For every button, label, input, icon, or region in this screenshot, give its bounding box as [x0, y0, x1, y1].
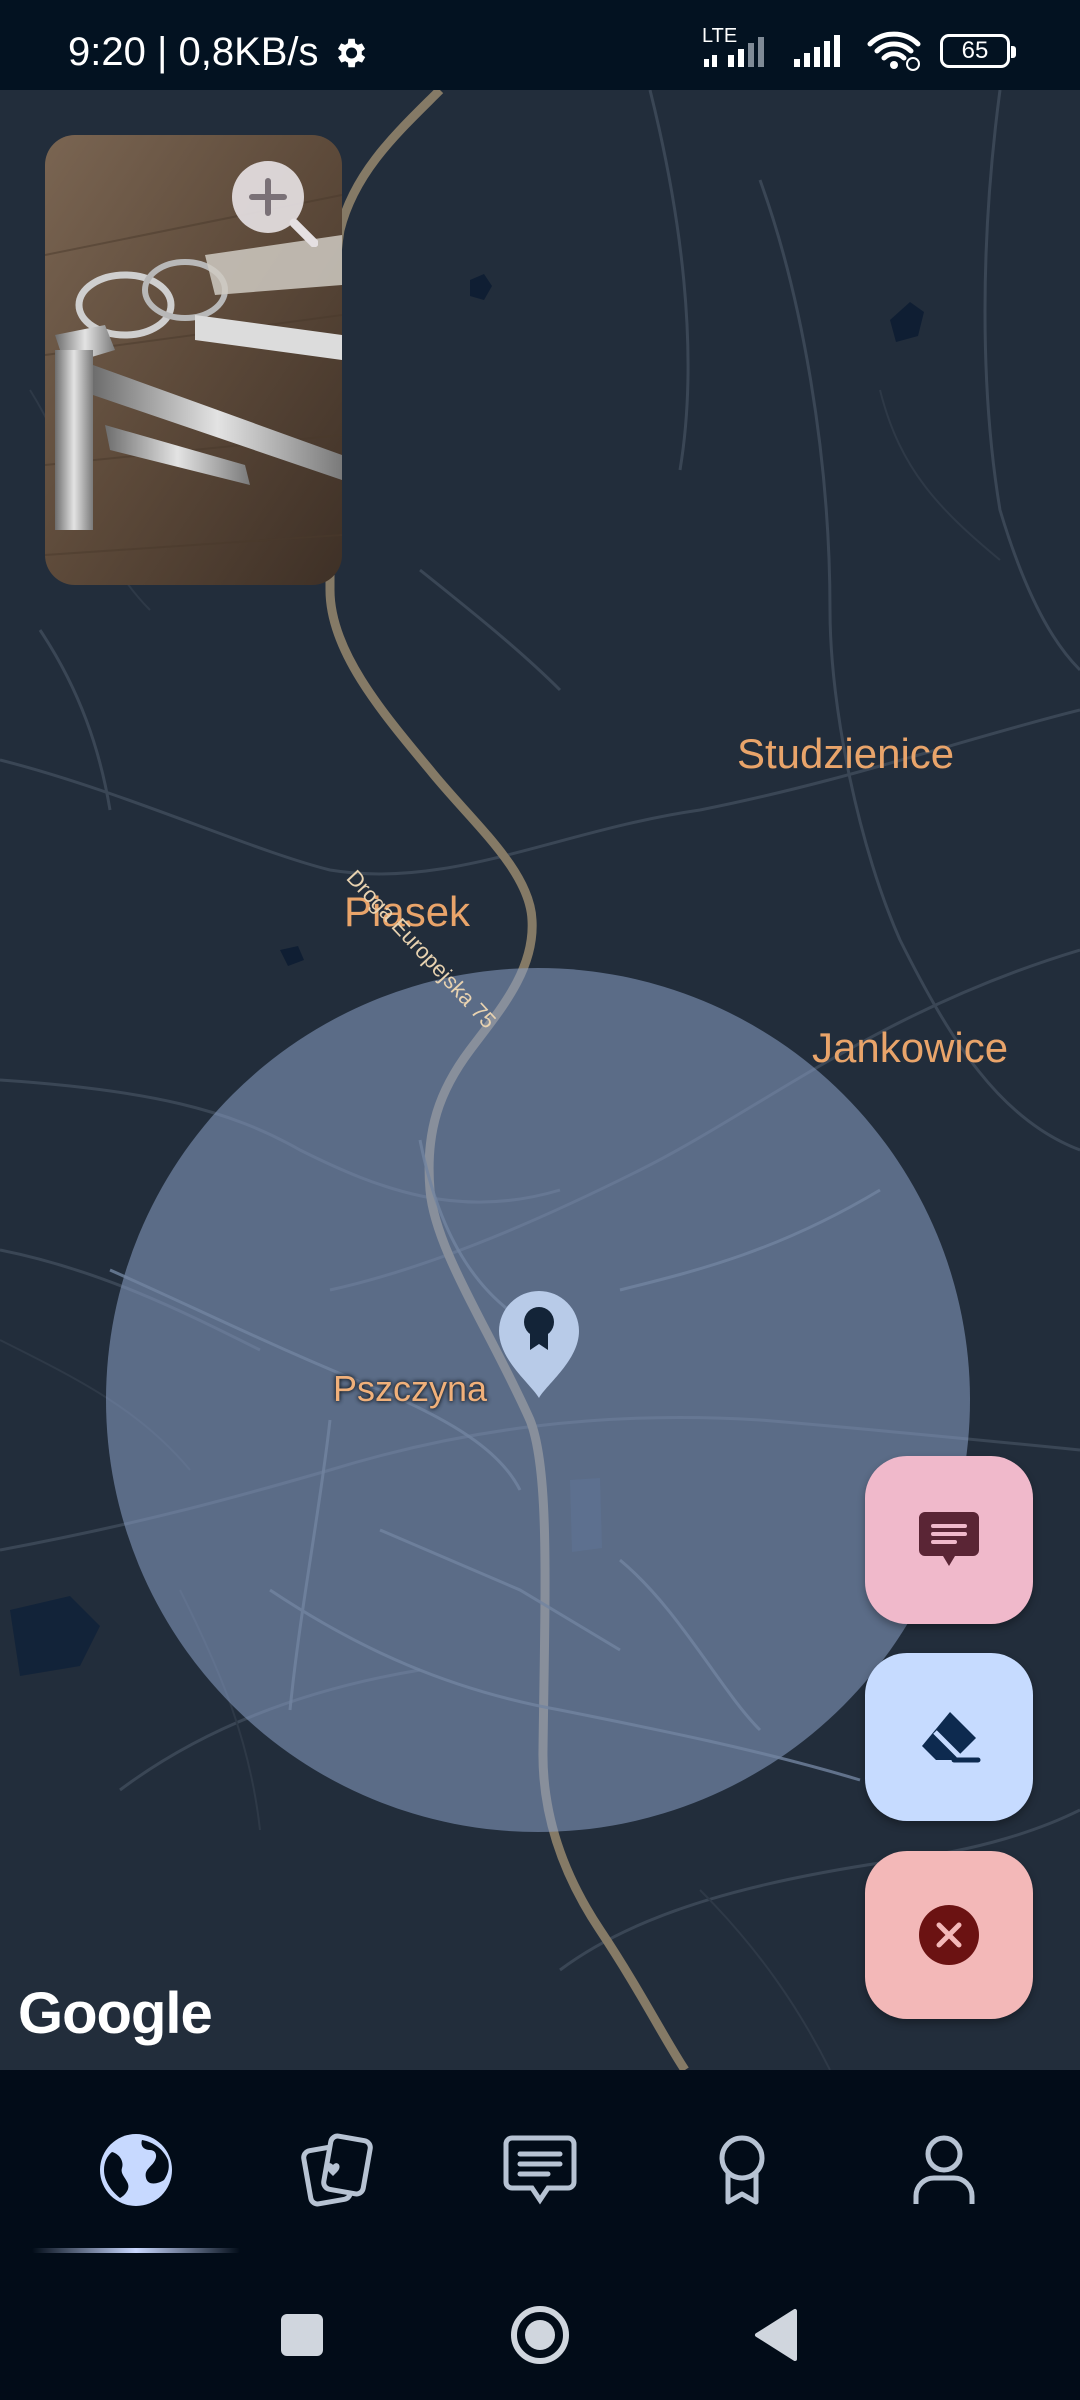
map-view[interactable]: Studzienice Piasek Jankowice Pszczyna Dr… [0, 90, 1080, 2070]
battery-icon: 65 [940, 34, 1016, 68]
status-time: 9:20 | 0,8KB/s [68, 30, 319, 74]
signal-icon [794, 35, 840, 67]
message-icon [919, 1512, 979, 1566]
system-navigation [0, 2265, 1080, 2400]
status-bar: 9:20 | 0,8KB/s LTE 65 [0, 0, 1080, 90]
place-label-studzienice: Studzienice [737, 730, 955, 777]
pin-badge-icon [499, 1291, 579, 1398]
place-label-pszczyna: Pszczyna [333, 1368, 488, 1409]
back-button[interactable] [741, 2300, 811, 2370]
nav-item-badges[interactable] [692, 2120, 792, 2220]
badge-icon [719, 2135, 765, 2205]
bottom-navigation [0, 2070, 1080, 2265]
close-fab[interactable] [865, 1851, 1033, 2019]
lte-signal-icon: LTE [702, 25, 774, 71]
nav-item-messages[interactable] [490, 2120, 590, 2220]
recents-button[interactable] [267, 2300, 337, 2370]
eraser-fab[interactable] [865, 1653, 1033, 1821]
location-pin[interactable] [496, 1288, 582, 1400]
zoom-in-icon [232, 161, 319, 248]
cards-icon [301, 2133, 373, 2207]
status-left: 9:20 | 0,8KB/s [68, 30, 369, 75]
zoom-in-button[interactable] [228, 157, 319, 248]
globe-icon [100, 2134, 172, 2206]
battery-level: 65 [961, 37, 989, 64]
home-button[interactable] [505, 2300, 575, 2370]
place-label-jankowice: Jankowice [812, 1024, 1009, 1071]
message-fab[interactable] [865, 1456, 1033, 1624]
google-logo: Google [18, 1981, 213, 2046]
wifi-icon [867, 31, 921, 71]
nav-item-cards[interactable] [287, 2120, 387, 2220]
profile-icon [913, 2135, 975, 2204]
nav-selected-indicator [32, 2248, 240, 2253]
nav-item-map[interactable] [86, 2120, 186, 2220]
back-triangle-icon [755, 2309, 797, 2361]
eraser-icon [922, 1712, 981, 1763]
gear-icon [337, 38, 365, 67]
chat-icon [503, 2135, 577, 2205]
image-thumbnail[interactable] [45, 135, 342, 585]
nav-item-profile[interactable] [894, 2120, 994, 2220]
close-icon [919, 1905, 979, 1965]
circle-icon [511, 2306, 569, 2364]
square-icon [281, 2314, 323, 2356]
status-right: LTE 65 [702, 25, 1016, 72]
